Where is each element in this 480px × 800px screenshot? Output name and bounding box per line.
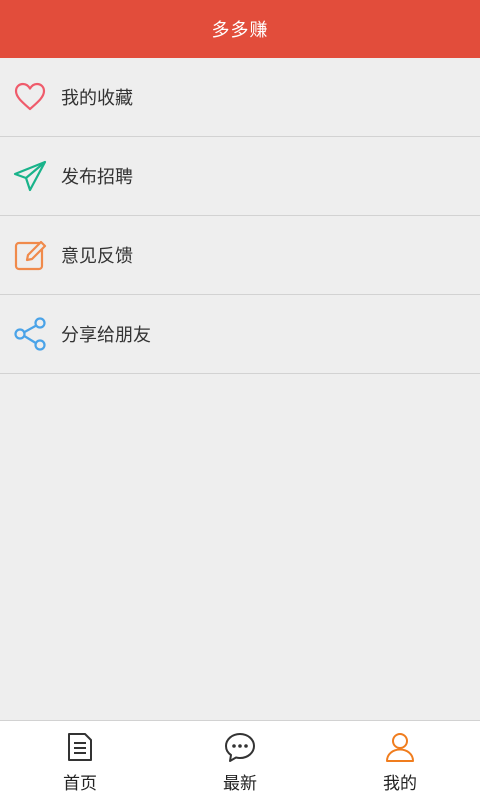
chat-bubble-icon [223,730,257,764]
tab-label: 最新 [223,774,257,794]
app-screen: 多多赚 我的收藏 发布招聘 意见反馈 分享给朋友 首页 最新 我的 [0,0,480,800]
share-icon [12,316,48,352]
tab-label: 我的 [383,774,417,794]
menu-item-label: 分享给朋友 [61,325,151,346]
tab-latest[interactable]: 最新 [160,721,320,800]
edit-icon [12,237,48,273]
tab-mine[interactable]: 我的 [320,721,480,800]
document-icon [63,730,97,764]
tab-home[interactable]: 首页 [0,721,160,800]
settings-menu: 我的收藏 发布招聘 意见反馈 分享给朋友 [0,58,480,374]
top-bar: 多多赚 [0,0,480,58]
menu-item-label: 意见反馈 [61,246,133,267]
user-icon [383,730,417,764]
menu-item-favorites[interactable]: 我的收藏 [0,58,480,137]
menu-item-feedback[interactable]: 意见反馈 [0,216,480,295]
paper-plane-icon [12,158,48,194]
menu-item-label: 我的收藏 [61,88,133,109]
page-title: 多多赚 [211,20,269,41]
tab-label: 首页 [63,774,97,794]
menu-item-share[interactable]: 分享给朋友 [0,295,480,374]
menu-item-post-job[interactable]: 发布招聘 [0,137,480,216]
menu-item-label: 发布招聘 [61,167,133,188]
bottom-tab-bar: 首页 最新 我的 [0,720,480,800]
heart-icon [12,79,48,115]
